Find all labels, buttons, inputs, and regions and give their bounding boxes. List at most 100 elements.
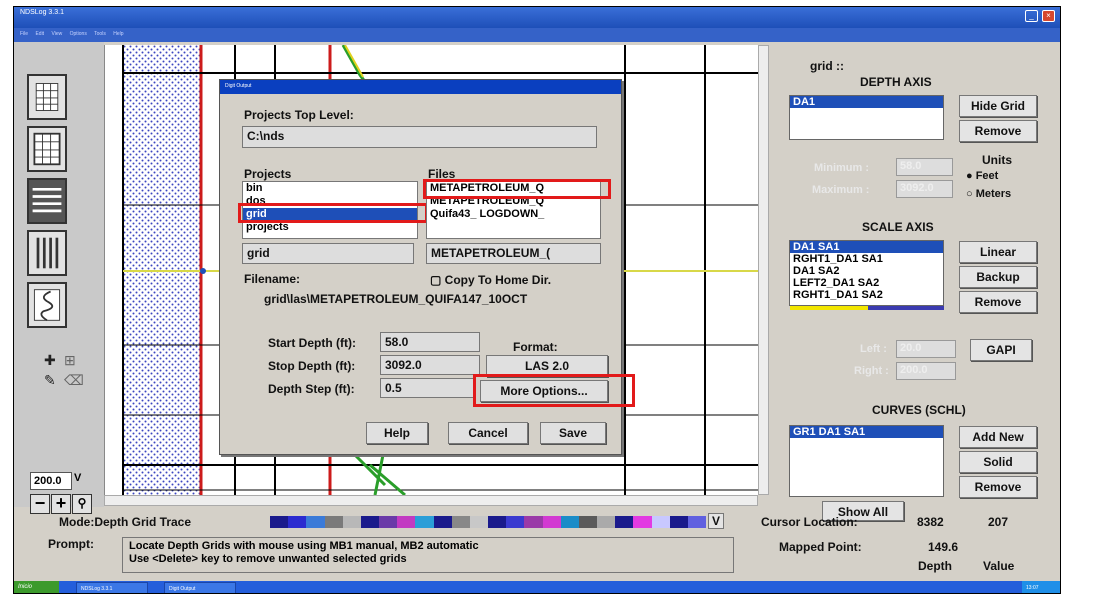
feet-radio[interactable]: ● Feet: [966, 170, 998, 182]
palette-swatch[interactable]: [397, 516, 416, 528]
depth-grid-tool-icon[interactable]: [27, 178, 67, 224]
file-field[interactable]: METAPETROLEUM_(: [426, 243, 601, 264]
dialog-title-bar: Digit Output: [220, 80, 621, 94]
curve-item[interactable]: GR1 DA1 SA1: [790, 426, 943, 438]
color-palette[interactable]: [270, 516, 707, 528]
palette-swatch[interactable]: [433, 516, 452, 528]
minimize-icon[interactable]: _: [1025, 10, 1038, 22]
zoom-in-button[interactable]: +: [51, 494, 71, 514]
eraser-icon[interactable]: ⌫: [64, 372, 84, 389]
palette-swatch[interactable]: [488, 516, 507, 528]
window-title: NDSLog 3.3.1: [20, 9, 64, 16]
prompt-line-1: Locate Depth Grids with mouse using MB1 …: [129, 540, 479, 552]
save-button[interactable]: Save: [540, 422, 606, 444]
project-field[interactable]: grid: [242, 243, 414, 264]
close-icon[interactable]: ×: [1042, 10, 1055, 22]
curve-trace-tool-icon[interactable]: [27, 282, 67, 328]
vertical-scrollbar[interactable]: [758, 45, 769, 495]
remove-scale-button[interactable]: Remove: [959, 291, 1037, 313]
menu-edit[interactable]: Edit: [35, 31, 44, 37]
help-button[interactable]: Help: [366, 422, 428, 444]
project-item[interactable]: bin: [243, 182, 417, 195]
remove-depth-button[interactable]: Remove: [959, 120, 1037, 142]
task-digit-output[interactable]: Digit Output: [164, 582, 236, 593]
start-button[interactable]: Inicio: [14, 581, 59, 593]
select-icon[interactable]: ⊞: [64, 352, 76, 369]
palette-swatch[interactable]: [342, 516, 361, 528]
menu-help[interactable]: Help: [113, 31, 123, 37]
palette-swatch[interactable]: [651, 516, 670, 528]
tool-panel: ✚ ⊞ ✎ ⌫ 200.0 V − + ⚲: [14, 42, 104, 514]
gapi-button[interactable]: GAPI: [970, 339, 1032, 361]
projects-top-field[interactable]: C:\nds: [242, 126, 597, 148]
left-field[interactable]: 20.0: [896, 340, 956, 358]
task-ndslog[interactable]: NDSLog 3.3.1: [76, 582, 148, 593]
zoom-dropdown[interactable]: V: [74, 472, 88, 490]
scale-axis-list[interactable]: DA1 SA1 RGHT1_DA1 SA1 DA1 SA2 LEFT2_DA1 …: [789, 240, 944, 306]
add-point-icon[interactable]: ✚: [44, 352, 56, 369]
cursor-y-value: 207: [988, 515, 1009, 529]
palette-swatch[interactable]: [687, 516, 707, 528]
hide-grid-button[interactable]: Hide Grid: [959, 95, 1037, 117]
palette-swatch[interactable]: [524, 516, 543, 528]
palette-swatch[interactable]: [615, 516, 634, 528]
stop-depth-field[interactable]: 3092.0: [380, 355, 480, 375]
pencil-icon[interactable]: ✎: [44, 372, 56, 389]
grid-tool-icon[interactable]: [27, 126, 67, 172]
palette-swatch[interactable]: [415, 516, 434, 528]
cancel-button[interactable]: Cancel: [448, 422, 528, 444]
curves-list[interactable]: GR1 DA1 SA1: [789, 425, 944, 497]
palette-swatch[interactable]: [669, 516, 688, 528]
scale-axis-item[interactable]: RGHT1_DA1 SA1: [790, 253, 943, 265]
palette-swatch[interactable]: [469, 516, 489, 528]
scale-axis-item[interactable]: RGHT1_DA1 SA2: [790, 289, 943, 301]
filename-value: grid\las\METAPETROLEUM_QUIFA147_10OCT: [264, 292, 528, 306]
scale-axis-item[interactable]: DA1 SA1: [790, 241, 943, 253]
cursor-x-value: 8382: [917, 515, 944, 529]
palette-swatch[interactable]: [542, 516, 561, 528]
copy-home-checkbox[interactable]: ▢ Copy To Home Dir.: [430, 273, 551, 287]
horizontal-scrollbar[interactable]: [104, 495, 758, 506]
zoom-input[interactable]: 200.0: [30, 472, 72, 490]
start-depth-field[interactable]: 58.0: [380, 332, 480, 352]
palette-swatch[interactable]: [379, 516, 398, 528]
menu-tools[interactable]: Tools: [94, 31, 106, 37]
meters-label: Meters: [975, 188, 1012, 200]
palette-swatch[interactable]: [506, 516, 525, 528]
palette-swatch[interactable]: [578, 516, 598, 528]
linear-button[interactable]: Linear: [959, 241, 1037, 263]
menu-file[interactable]: File: [20, 31, 28, 37]
zoom-out-button[interactable]: −: [30, 494, 50, 514]
depth-step-field[interactable]: 0.5: [380, 378, 475, 398]
scale-color-indicator: [790, 306, 868, 310]
title-bar: NDSLog 3.3.1 _ ×: [14, 7, 1060, 28]
menu-view[interactable]: View: [51, 31, 62, 37]
palette-dropdown[interactable]: V: [708, 513, 725, 529]
grid-frame-tool-icon[interactable]: [27, 74, 67, 120]
add-new-button[interactable]: Add New: [959, 426, 1037, 448]
depth-axis-item[interactable]: DA1: [790, 96, 943, 108]
palette-swatch[interactable]: [288, 516, 307, 528]
right-field[interactable]: 200.0: [896, 362, 956, 380]
palette-swatch[interactable]: [633, 516, 652, 528]
depth-axis-list[interactable]: DA1: [789, 95, 944, 140]
palette-swatch[interactable]: [597, 516, 616, 528]
meters-radio[interactable]: ○ Meters: [966, 188, 1011, 200]
remove-curve-button[interactable]: Remove: [959, 476, 1037, 498]
backup-button[interactable]: Backup: [959, 266, 1037, 288]
palette-swatch[interactable]: [324, 516, 343, 528]
palette-swatch[interactable]: [360, 516, 380, 528]
scale-axis-item[interactable]: DA1 SA2: [790, 265, 943, 277]
scale-grid-tool-icon[interactable]: [27, 230, 67, 276]
palette-swatch[interactable]: [306, 516, 325, 528]
minimum-field[interactable]: 58.0: [896, 158, 953, 176]
maximum-field[interactable]: 3092.0: [896, 180, 953, 198]
solid-button[interactable]: Solid: [959, 451, 1037, 473]
file-item[interactable]: Quifa43_ LOGDOWN_: [427, 208, 600, 221]
palette-swatch[interactable]: [270, 516, 289, 528]
palette-swatch[interactable]: [560, 516, 579, 528]
magnifier-icon[interactable]: ⚲: [72, 494, 92, 514]
scale-axis-item[interactable]: LEFT2_DA1 SA2: [790, 277, 943, 289]
menu-options[interactable]: Options: [70, 31, 87, 37]
palette-swatch[interactable]: [451, 516, 470, 528]
